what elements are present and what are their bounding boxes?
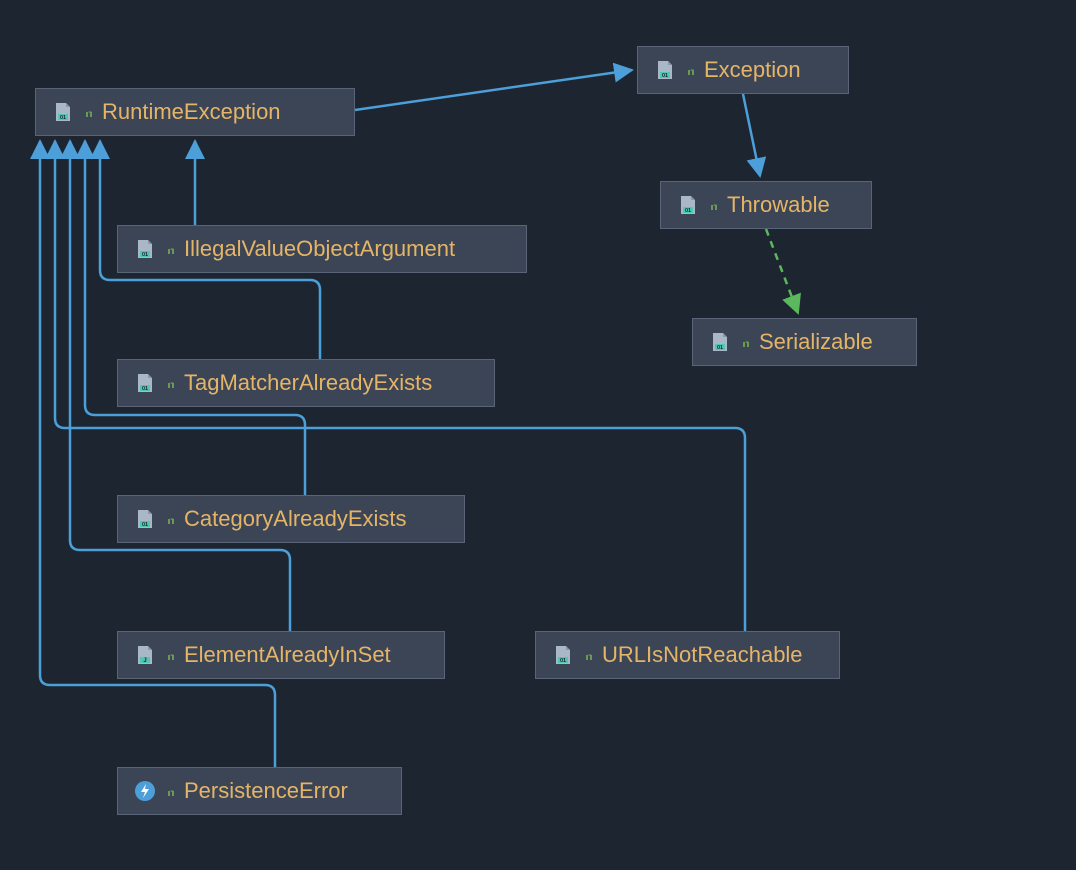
public-visibility-icon — [164, 513, 176, 525]
class-file-icon: 01 — [654, 59, 676, 81]
public-visibility-icon — [684, 64, 696, 76]
node-label: URLIsNotReachable — [602, 642, 803, 668]
node-label: CategoryAlreadyExists — [184, 506, 407, 532]
edge-categoryalreadyexists-runtimeexception — [85, 141, 305, 495]
svg-text:01: 01 — [142, 386, 148, 392]
svg-text:01: 01 — [717, 345, 723, 351]
node-label: ElementAlreadyInSet — [184, 642, 391, 668]
svg-text:01: 01 — [142, 252, 148, 258]
public-visibility-icon — [739, 336, 751, 348]
svg-text:01: 01 — [685, 208, 691, 214]
node-persistenceerror[interactable]: PersistenceError — [117, 767, 402, 815]
class-file-icon: 01 — [552, 644, 574, 666]
node-elementalreadyinset[interactable]: J ElementAlreadyInSet — [117, 631, 445, 679]
class-file-icon: 01 — [134, 372, 156, 394]
node-label: Throwable — [727, 192, 830, 218]
edge-exception-throwable — [743, 94, 760, 176]
node-label: TagMatcherAlreadyExists — [184, 370, 432, 396]
node-throwable[interactable]: 01 Throwable — [660, 181, 872, 229]
public-visibility-icon — [164, 243, 176, 255]
node-runtimeexception[interactable]: 01 RuntimeException — [35, 88, 355, 136]
class-file-icon: 01 — [52, 101, 74, 123]
node-label: Serializable — [759, 329, 873, 355]
node-exception[interactable]: 01 Exception — [637, 46, 849, 94]
public-visibility-icon — [582, 649, 594, 661]
edge-runtimeexception-exception — [355, 70, 632, 110]
node-illegalvalueobjectargument[interactable]: 01 IllegalValueObjectArgument — [117, 225, 527, 273]
public-visibility-icon — [82, 106, 94, 118]
class-file-icon: 01 — [134, 508, 156, 530]
public-visibility-icon — [164, 649, 176, 661]
node-categoryalreadyexists[interactable]: 01 CategoryAlreadyExists — [117, 495, 465, 543]
java-file-icon: J — [134, 644, 156, 666]
public-visibility-icon — [707, 199, 719, 211]
svg-text:01: 01 — [142, 522, 148, 528]
class-file-icon: 01 — [134, 238, 156, 260]
node-serializable[interactable]: 01 Serializable — [692, 318, 917, 366]
svg-text:J: J — [143, 658, 146, 664]
class-file-icon: 01 — [677, 194, 699, 216]
node-label: PersistenceError — [184, 778, 348, 804]
node-label: RuntimeException — [102, 99, 281, 125]
bolt-icon — [134, 780, 156, 802]
class-file-icon: 01 — [709, 331, 731, 353]
node-tagmatcheralreadyexists[interactable]: 01 TagMatcherAlreadyExists — [117, 359, 495, 407]
edge-throwable-serializable — [766, 229, 798, 313]
public-visibility-icon — [164, 785, 176, 797]
svg-text:01: 01 — [60, 115, 66, 121]
svg-text:01: 01 — [560, 658, 566, 664]
node-label: IllegalValueObjectArgument — [184, 236, 455, 262]
public-visibility-icon — [164, 377, 176, 389]
svg-text:01: 01 — [662, 73, 668, 79]
node-label: Exception — [704, 57, 801, 83]
node-urlisnotreachable[interactable]: 01 URLIsNotReachable — [535, 631, 840, 679]
